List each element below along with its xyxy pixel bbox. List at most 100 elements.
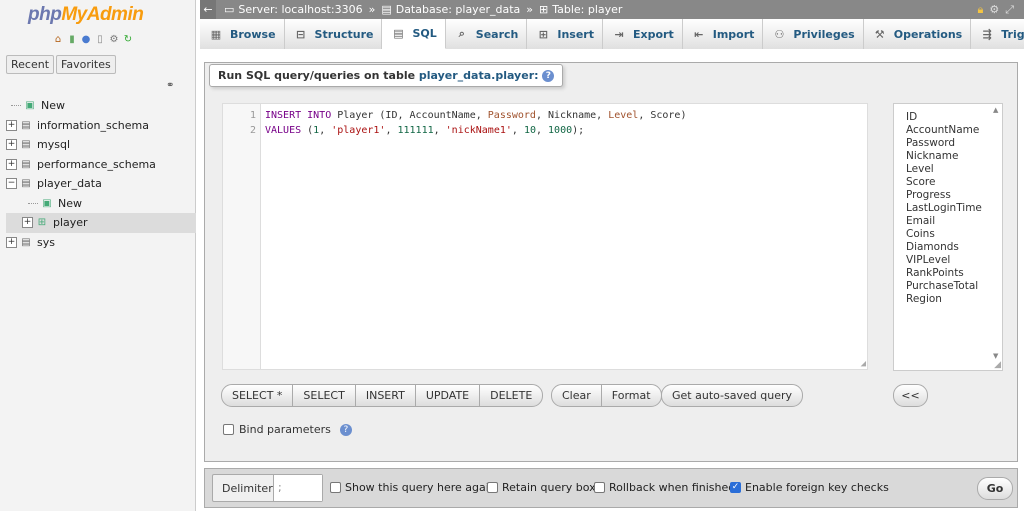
delimiter-input[interactable]: ; (273, 475, 322, 501)
help-icon[interactable]: ? (339, 423, 352, 436)
foreign-key-checks-option[interactable]: ✓ Enable foreign key checks (730, 481, 889, 494)
tab-triggers[interactable]: ⇶Triggers (971, 19, 1024, 49)
insert-column-button[interactable]: << (893, 384, 928, 407)
column-option[interactable]: PurchaseTotal (906, 280, 978, 292)
bind-parameters-label: Bind parameters (239, 423, 331, 436)
tree-item-performance-schema[interactable]: + ▤ performance_schema (6, 155, 196, 175)
column-option[interactable]: Diamonds (906, 241, 959, 253)
bind-parameters[interactable]: Bind parameters ? (223, 423, 352, 436)
expand-icon[interactable]: + (6, 119, 17, 131)
lock-icon[interactable]: 🔒︎ (977, 3, 983, 17)
main-tabs: ▦ Browse ⊟ Structure ▤ SQL ⌕ Search ⊞ Insert … (200, 19, 1024, 49)
column-option[interactable]: Region (906, 293, 942, 305)
help-icon[interactable]: ? (542, 70, 555, 82)
logout-icon[interactable]: ▮ (66, 34, 78, 46)
column-option[interactable]: Level (906, 163, 934, 175)
tab-privileges[interactable]: ⚇ Privileges (763, 19, 864, 49)
breadcrumb-database[interactable]: ▤ Database: player_data (381, 3, 520, 16)
retain-query-box-checkbox[interactable] (487, 482, 498, 493)
column-option[interactable]: Coins (906, 228, 935, 240)
table-icon: ⊞ (37, 217, 47, 229)
column-option[interactable]: VIPLevel (906, 254, 950, 266)
column-option[interactable]: RankPoints (906, 267, 964, 279)
help-icon[interactable]: ● (80, 34, 92, 46)
retain-query-box-option[interactable]: Retain query box (487, 481, 596, 494)
column-list[interactable]: ID AccountName Password Nickname Level S… (893, 103, 1003, 371)
table-icon: ⊞ (539, 3, 549, 16)
tab-structure[interactable]: ⊟ Structure (284, 19, 383, 49)
update-button[interactable]: UPDATE (416, 385, 481, 406)
select-button[interactable]: SELECT (293, 385, 356, 406)
expand-icon[interactable]: + (6, 158, 17, 170)
nav-tabs: Recent Favorites (6, 55, 116, 74)
tree-item-new[interactable]: ▣ New (6, 96, 196, 116)
collapse-icon[interactable]: ⤢ (1005, 3, 1014, 17)
show-query-checkbox[interactable] (330, 482, 341, 493)
tree-item-information-schema[interactable]: + ▤ information_schema (6, 116, 196, 136)
column-option[interactable]: Nickname (906, 150, 958, 162)
select-star-button[interactable]: SELECT * (222, 385, 294, 406)
tab-search[interactable]: ⌕ Search (445, 19, 528, 49)
column-option[interactable]: ID (906, 111, 917, 123)
expand-icon[interactable]: + (6, 139, 17, 151)
column-option[interactable]: Password (906, 137, 955, 149)
tab-export[interactable]: ⇥ Export (603, 19, 683, 49)
documentation-icon[interactable]: ▯ (94, 34, 106, 46)
show-query-option[interactable]: Show this query here again (330, 481, 496, 494)
line-number-gutter: 1 2 (223, 104, 261, 369)
format-button[interactable]: Format (602, 385, 661, 406)
reload-icon[interactable]: ↻ (122, 34, 134, 46)
scroll-down-icon[interactable]: ▼ (993, 352, 998, 360)
breadcrumb-server[interactable]: ▭ Server: localhost:3306 (224, 3, 363, 16)
phpmyadmin-logo[interactable]: phpMyAdmin (28, 4, 144, 26)
tab-import[interactable]: ⇤ Import (682, 19, 764, 49)
favorites-tab[interactable]: Favorites (56, 55, 116, 74)
tab-browse[interactable]: ▦ Browse (200, 19, 285, 49)
breadcrumb-separator: » (526, 3, 533, 16)
tree-item-label: player (53, 216, 88, 230)
tree-item-player[interactable]: + ⊞ player (6, 213, 196, 233)
settings-icon[interactable]: ⚙ (108, 34, 120, 46)
tab-insert[interactable]: ⊞ Insert (527, 19, 603, 49)
tree-item-label: player_data (37, 177, 102, 191)
tab-sql[interactable]: ▤ SQL (382, 19, 446, 49)
column-option[interactable]: LastLoginTime (906, 202, 982, 214)
home-icon[interactable]: ⌂ (52, 34, 64, 46)
insert-button[interactable]: INSERT (356, 385, 416, 406)
clear-button[interactable]: Clear (552, 385, 602, 406)
settings-icon[interactable]: ⚙ (989, 3, 999, 16)
tree-item-sys[interactable]: + ▤ sys (6, 233, 196, 253)
breadcrumb-table[interactable]: ⊞ Table: player (539, 3, 622, 16)
tree-item-new-table[interactable]: ▣ New (6, 194, 196, 214)
rollback-option[interactable]: Rollback when finished (594, 481, 735, 494)
database-icon: ▤ (21, 139, 31, 151)
resize-handle-icon[interactable]: ◢ (994, 360, 1001, 370)
bind-parameters-checkbox[interactable] (223, 424, 234, 435)
column-option[interactable]: Email (906, 215, 935, 227)
collapse-nav-icon[interactable]: ← (200, 0, 216, 19)
column-list-scrollbar[interactable]: ▲ ▼ (993, 106, 1001, 368)
go-button[interactable]: Go (977, 477, 1013, 500)
scroll-up-icon[interactable]: ▲ (993, 106, 998, 114)
tree-item-mysql[interactable]: + ▤ mysql (6, 135, 196, 155)
collapse-icon[interactable]: − (6, 178, 17, 190)
recent-tab[interactable]: Recent (6, 55, 55, 74)
rollback-checkbox[interactable] (594, 482, 605, 493)
delete-button[interactable]: DELETE (480, 385, 542, 406)
sql-query-editor[interactable]: 1 2 INSERT INTO Player (ID, AccountName,… (222, 103, 868, 370)
expand-icon[interactable]: + (6, 236, 17, 248)
legend-table-link[interactable]: player_data.player: (419, 69, 539, 82)
import-icon: ⇤ (694, 27, 704, 41)
foreign-key-checks-checkbox[interactable]: ✓ (730, 482, 741, 493)
expand-icon[interactable]: + (22, 217, 33, 229)
tree-item-player-data[interactable]: − ▤ player_data (6, 174, 196, 194)
link-icon[interactable]: ⚭ (166, 80, 174, 91)
column-option[interactable]: Score (906, 176, 935, 188)
column-option[interactable]: AccountName (906, 124, 979, 136)
tab-operations[interactable]: ⚒ Operations (863, 19, 972, 49)
get-autosaved-query-button[interactable]: Get auto-saved query (661, 384, 804, 407)
column-option[interactable]: Progress (906, 189, 951, 201)
resize-handle-icon[interactable]: ◢ (861, 359, 866, 369)
operations-icon: ⚒ (874, 27, 885, 41)
export-icon: ⇥ (614, 27, 624, 41)
